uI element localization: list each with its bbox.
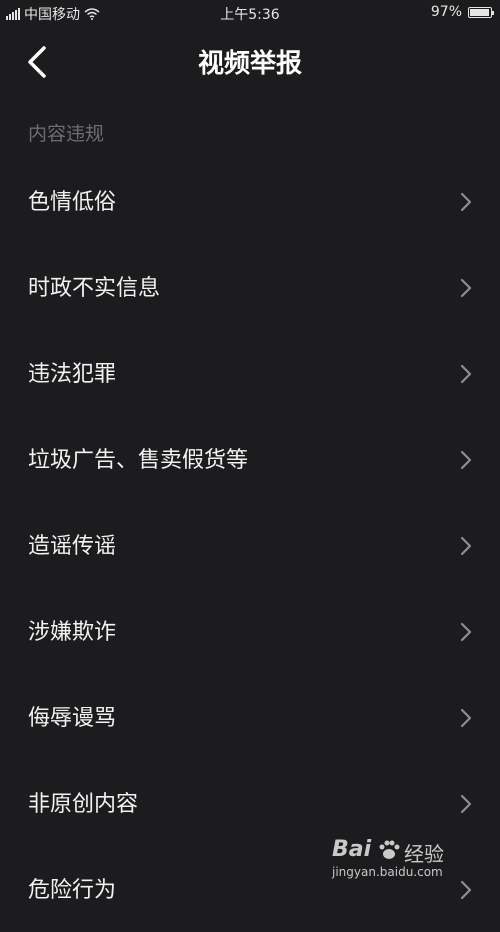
battery-icon [468,6,494,18]
list-item[interactable]: 时政不实信息 [0,244,500,330]
page-title: 视频举报 [197,49,302,79]
list-item[interactable]: 非原创内容 [0,760,500,846]
list-item-label: 涉嫌欺诈 [28,620,117,645]
watermark-logo: Bai [332,837,372,862]
battery-fill [470,8,490,16]
list-item[interactable]: 垃圾广告、售卖假货等 [0,416,500,502]
battery-percent: 97% [430,4,462,20]
list-item[interactable]: 色情低俗 [0,158,500,244]
list-item-label: 色情低俗 [28,190,117,215]
list-item-label: 非原创内容 [28,792,139,817]
chevron-right-icon [460,449,472,471]
list-item-label: 垃圾广告、售卖假货等 [28,448,249,473]
chevron-right-icon [460,793,472,815]
chevron-right-icon [460,363,472,385]
list-item-label: 时政不实信息 [28,276,161,301]
status-right: 97% [430,4,494,20]
section-header: 内容违规 [28,123,105,145]
watermark-brand: 经验 [404,842,444,866]
report-reason-list: 色情低俗 时政不实信息 违法犯罪 垃圾广告、售卖假货等 造谣传谣 涉嫌欺诈 侮辱… [0,158,500,932]
chevron-right-icon [460,879,472,901]
chevron-right-icon [460,707,472,729]
chevron-right-icon [460,191,472,213]
nav-bar: 视频举报 [0,26,500,98]
list-item-label: 造谣传谣 [28,534,117,559]
list-item[interactable]: 涉嫌欺诈 [0,588,500,674]
list-item-label: 危险行为 [28,878,117,903]
list-item[interactable]: 造谣传谣 [0,502,500,588]
list-item-label: 违法犯罪 [28,362,117,387]
list-item[interactable]: 违法犯罪 [0,330,500,416]
paw-icon [379,840,400,859]
chevron-right-icon [460,535,472,557]
watermark: Bai 经验 jingyan.baidu.com [332,837,472,881]
watermark-url: jingyan.baidu.com [332,865,443,879]
list-item-label: 侮辱谩骂 [28,706,117,731]
list-item[interactable]: 侮辱谩骂 [0,674,500,760]
status-time: 上午5:36 [220,7,280,23]
chevron-right-icon [460,277,472,299]
status-bar: 中国移动 上午5:36 97% [0,0,500,26]
chevron-right-icon [460,621,472,643]
